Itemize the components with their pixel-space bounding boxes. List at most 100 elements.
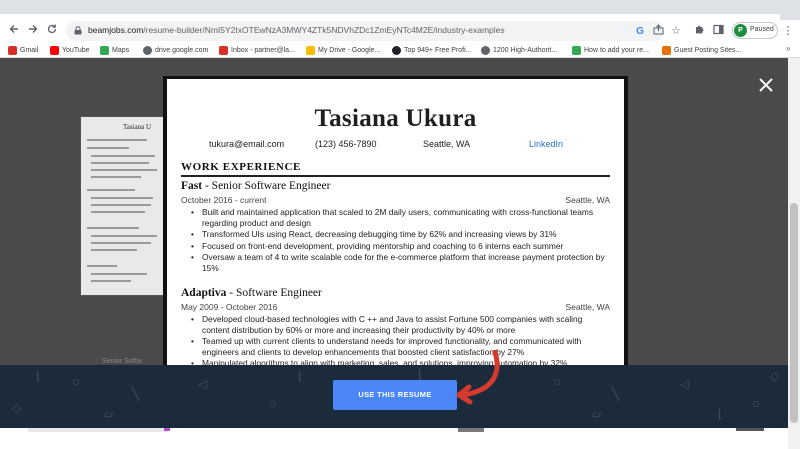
bookmarks-overflow-button[interactable]: » [786, 44, 790, 53]
decor-shape: ⌊ [718, 407, 723, 421]
gmail-icon [8, 45, 17, 55]
below-fold-strip [736, 428, 764, 431]
list-item: Oversaw a team of 4 to write scalable co… [191, 252, 606, 273]
decor-circle: ○ [752, 395, 761, 411]
thumbnail-line [91, 273, 147, 275]
scrollbar-thumb[interactable] [790, 203, 798, 423]
page-scrollbar[interactable] [788, 58, 800, 449]
profile-button[interactable]: P Paused [732, 22, 778, 39]
share-icon[interactable] [651, 24, 665, 38]
resume-location: Seattle, WA [423, 139, 471, 149]
below-fold-strip [164, 428, 170, 431]
lock-icon[interactable] [74, 26, 82, 35]
job-location: Seattle, WA [565, 195, 610, 205]
decor-shape: ▱ [104, 407, 114, 421]
thumbnail-line [91, 211, 145, 213]
url-text: beamjobs.com/resume-builder/NmI5Y2IxOTEw… [88, 25, 505, 35]
bookmark-inbox[interactable]: Inbox - partner@la... [219, 44, 295, 56]
job-meta: October 2016 - current Seattle, WA [181, 195, 610, 205]
resume-email: tukura@email.com [209, 139, 285, 149]
resume-name: Tasiana Ukura [314, 105, 477, 132]
decor-shape: ⌊ [418, 367, 423, 381]
thumbnail-line [87, 227, 139, 229]
section-divider [181, 175, 610, 177]
thumbnail-line [91, 155, 155, 157]
bookmark-maps[interactable]: Maps [100, 44, 129, 56]
star-icon[interactable]: ☆ [669, 24, 683, 38]
bookmark-1200-high-authority[interactable]: 1200 High-Authorit... [481, 44, 557, 56]
google-icon[interactable]: G [633, 24, 647, 38]
thumbnail-line [91, 162, 149, 164]
resume-phone: (123) 456-7890 [315, 139, 377, 149]
bookmark-guest-posting[interactable]: Guest Posting Sites... [662, 44, 741, 56]
site-icon [392, 45, 401, 55]
forward-arrow-icon[interactable] [25, 23, 41, 39]
bookmark-my-drive[interactable]: My Drive - Google... [306, 44, 380, 56]
decor-shape: ⌊ [36, 369, 41, 383]
browser-chrome: beamjobs.com/resume-builder/NmI5Y2IxOTEw… [0, 0, 800, 58]
job-dates: May 2009 - October 2016 [181, 302, 278, 312]
decor-shape: ╲ [612, 387, 620, 401]
cta-bar: ⌊ ○ ╲ ◇ ▱ ◁ ○ ⌊ ⌊ ○ ╲ ◁ ⌊ ○ ◇ ▱ USE THIS… [0, 365, 788, 428]
menu-kebab-icon[interactable]: ⋮ [781, 24, 795, 38]
gmail-icon [219, 45, 228, 55]
thumbnail-line [91, 235, 157, 237]
resume-thumbnail[interactable]: Tasiana U [80, 116, 168, 296]
thumbnail-line [91, 169, 157, 171]
tab-strip [0, 0, 800, 20]
bookmark-how-to-add[interactable]: How to add your re... [572, 44, 649, 56]
job-role: - Senior Software Engineer [202, 180, 331, 192]
decor-shape: ◇ [12, 401, 22, 415]
close-icon[interactable] [757, 76, 775, 94]
use-this-resume-button[interactable]: USE THIS RESUME [333, 380, 457, 410]
below-fold-strip [28, 428, 168, 432]
modal-backdrop[interactable]: Tasiana U Senior Softw Tasiana Ukura tuk… [0, 58, 788, 368]
avatar: P [734, 24, 747, 37]
side-panel-icon[interactable] [711, 24, 725, 38]
bookmark-youtube[interactable]: YouTube [50, 44, 90, 56]
globe-icon [481, 45, 490, 55]
browser-toolbar: beamjobs.com/resume-builder/NmI5Y2IxOTEw… [0, 20, 800, 42]
arrow-icon [662, 45, 671, 55]
resume-linkedin-link[interactable]: LinkedIn [529, 139, 563, 149]
job-title: Fast - Senior Software Engineer [181, 180, 330, 192]
bookmark-top-949[interactable]: Top 949+ Free Profi... [392, 44, 472, 56]
lightning-icon [572, 45, 581, 55]
below-fold-strip [458, 428, 484, 432]
bookmark-gmail[interactable]: Gmail [8, 44, 38, 56]
thumbnail-name: Tasiana U [123, 123, 152, 131]
thumbnail-line [87, 147, 129, 149]
bookmark-drive-domain[interactable]: drive.google.com [143, 44, 208, 56]
youtube-icon [50, 45, 59, 55]
resume-sheet: Tasiana Ukura tukura@email.com (123) 456… [167, 79, 624, 368]
decor-triangle: ◁ [680, 377, 690, 391]
globe-icon [143, 45, 152, 55]
job-company: Fast [181, 180, 203, 192]
thumbnail-line [87, 139, 147, 141]
list-item: Focused on front-end development, provid… [191, 241, 606, 252]
job-bullets: Built and maintained application that sc… [191, 207, 606, 274]
reload-icon[interactable] [44, 23, 60, 39]
close-modal-button[interactable] [757, 76, 775, 94]
extensions-puzzle-icon[interactable] [692, 24, 706, 38]
job-dates: October 2016 - current [181, 195, 267, 205]
decor-circle: ○ [268, 395, 277, 411]
thumbnail-line [87, 189, 135, 191]
callout-arrow-icon [456, 350, 500, 405]
job-meta: May 2009 - October 2016 Seattle, WA [181, 302, 610, 312]
address-bar[interactable]: beamjobs.com/resume-builder/NmI5Y2IxOTEw… [66, 21, 664, 41]
thumbnail-line [91, 176, 141, 178]
decor-triangle: ◁ [198, 377, 208, 391]
profile-status: Paused [750, 26, 774, 33]
list-item: Built and maintained application that sc… [191, 207, 606, 228]
job-location: Seattle, WA [565, 302, 610, 312]
thumbnail-caption: Senior Softw [102, 358, 142, 365]
back-arrow-icon[interactable] [6, 23, 22, 39]
list-item: Teamed up with current clients to unders… [191, 336, 606, 357]
decor-shape: ⌊ [298, 369, 303, 383]
thumbnail-line [91, 242, 151, 244]
job-role: - Software Engineer [226, 287, 322, 299]
decor-circle: ○ [553, 373, 562, 389]
thumbnail-line [91, 280, 131, 282]
decor-circle: ○ [72, 373, 81, 389]
